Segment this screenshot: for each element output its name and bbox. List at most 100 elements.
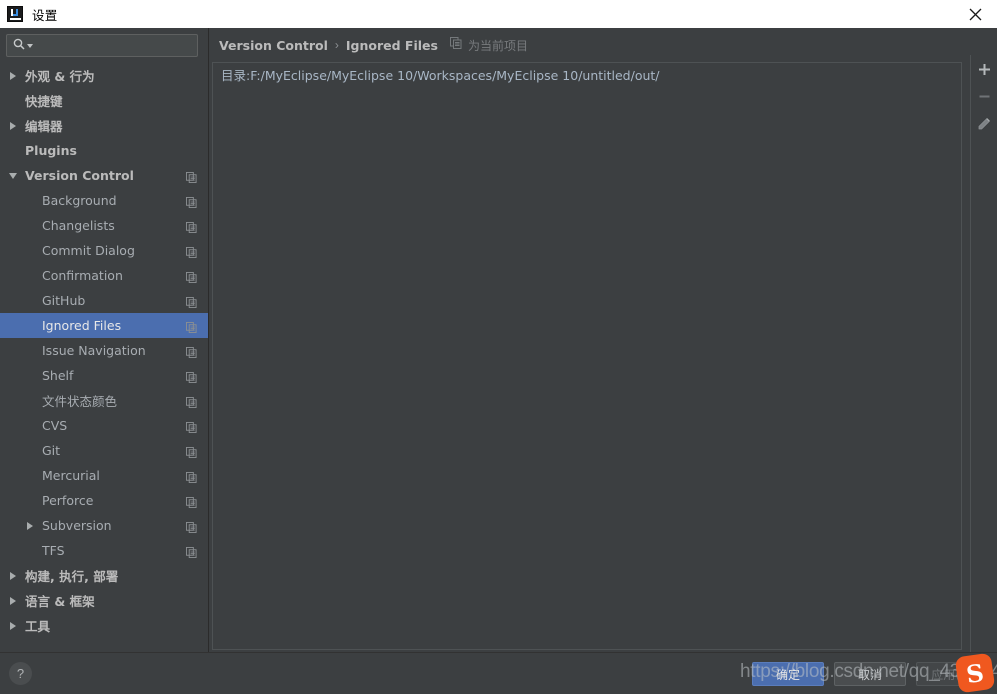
sidebar-item-label: CVS (42, 418, 68, 433)
apply-button[interactable]: 应用(A) (916, 662, 988, 686)
close-icon[interactable] (953, 0, 997, 28)
dialog-footer: ? 确定 取消 应用(A) (0, 652, 997, 694)
project-scope-icon (186, 395, 197, 413)
project-scope-icon (186, 320, 197, 338)
project-scope-icon (450, 36, 462, 54)
intellij-idea-logo-icon (7, 6, 23, 22)
chevron-right-icon[interactable] (27, 522, 33, 530)
sidebar-item-label: 工具 (25, 619, 51, 634)
sidebar-item-commit-dialog[interactable]: Commit Dialog (0, 238, 208, 263)
search-input[interactable] (38, 36, 178, 55)
sidebar-item-label: 编辑器 (25, 119, 63, 134)
list-toolbar (971, 56, 997, 653)
project-scope-icon (186, 495, 197, 513)
sidebar-item-tfs[interactable]: TFS (0, 538, 208, 563)
sidebar-item-[interactable]: 文件状态颜色 (0, 388, 208, 413)
search-field-wrapper (6, 34, 198, 57)
sidebar-item-changelists[interactable]: Changelists (0, 213, 208, 238)
sidebar-item-label: TFS (42, 543, 65, 558)
chevron-right-icon[interactable] (10, 122, 16, 130)
sidebar-item-label: Perforce (42, 493, 94, 508)
sidebar-item-label: 文件状态颜色 (42, 394, 118, 409)
help-icon[interactable]: ? (9, 662, 32, 685)
remove-button[interactable] (971, 83, 997, 110)
sidebar-item-label: 构建, 执行, 部署 (25, 569, 119, 584)
breadcrumb: Version Control › Ignored Files (219, 35, 438, 55)
settings-content-panel: Version Control › Ignored Files 为当前项目 目录… (210, 28, 997, 652)
sidebar-item-[interactable]: 构建, 执行, 部署 (0, 563, 208, 588)
sidebar-item-git[interactable]: Git (0, 438, 208, 463)
ok-button[interactable]: 确定 (752, 662, 824, 686)
sidebar-item-label: Shelf (42, 368, 74, 383)
sidebar-item-[interactable]: 语言 & 框架 (0, 588, 208, 613)
breadcrumb-item-0[interactable]: Version Control (219, 38, 328, 53)
sidebar-item-[interactable]: 工具 (0, 613, 208, 638)
project-scope-icon (186, 520, 197, 538)
sidebar-item-version-control[interactable]: Version Control (0, 163, 208, 188)
project-scope-icon (186, 445, 197, 463)
sidebar-item-[interactable]: 快捷键 (0, 88, 208, 113)
project-scope-button[interactable]: 为当前项目 (450, 36, 528, 54)
project-scope-icon (186, 295, 197, 313)
project-scope-icon (186, 270, 197, 288)
sidebar-item-label: Confirmation (42, 268, 123, 283)
sidebar-item-subversion[interactable]: Subversion (0, 513, 208, 538)
chevron-down-icon[interactable] (9, 173, 17, 179)
chevron-down-icon[interactable] (27, 43, 33, 48)
chevron-right-icon[interactable] (10, 572, 16, 580)
sidebar-item-plugins[interactable]: Plugins (0, 138, 208, 163)
project-scope-icon (186, 170, 197, 188)
sidebar-item-label: Issue Navigation (42, 343, 146, 358)
sidebar-item-label: Plugins (25, 143, 77, 158)
project-scope-icon (186, 370, 197, 388)
sidebar-item-label: Commit Dialog (42, 243, 135, 258)
sidebar-item-issue-navigation[interactable]: Issue Navigation (0, 338, 208, 363)
add-button[interactable] (971, 56, 997, 83)
chevron-right-icon[interactable] (10, 622, 16, 630)
sidebar-item-label: 快捷键 (25, 94, 63, 109)
window-title: 设置 (32, 7, 58, 23)
sidebar-item-ignored-files[interactable]: Ignored Files (0, 313, 208, 338)
sidebar-item-shelf[interactable]: Shelf (0, 363, 208, 388)
chevron-right-icon[interactable] (10, 597, 16, 605)
chevron-right-icon[interactable] (10, 72, 16, 80)
sidebar-item-label: 外观 & 行为 (25, 69, 95, 84)
sidebar-item-label: Changelists (42, 218, 115, 233)
breadcrumb-item-1: Ignored Files (345, 37, 438, 53)
project-scope-icon (186, 195, 197, 213)
sidebar-item-[interactable]: 外观 & 行为 (0, 63, 208, 88)
sidebar-item-label: Git (42, 443, 61, 458)
settings-dialog-body: 外观 & 行为 快捷键编辑器 Plugins Version Control Backg… (0, 28, 997, 694)
settings-sidebar: 外观 & 行为 快捷键编辑器 Plugins Version Control Backg… (0, 28, 209, 652)
sidebar-item-background[interactable]: Background (0, 188, 208, 213)
list-item[interactable]: 目录:F:/MyEclipse/MyEclipse 10/Workspaces/… (213, 63, 961, 85)
breadcrumb-separator: › (334, 38, 339, 52)
ignored-files-list[interactable]: 目录:F:/MyEclipse/MyEclipse 10/Workspaces/… (212, 62, 962, 650)
project-scope-label: 为当前项目 (468, 38, 529, 53)
help-label: ? (16, 666, 25, 681)
sidebar-item-label: 语言 & 框架 (25, 594, 95, 609)
sidebar-item-label: Ignored Files (42, 318, 122, 333)
search-icon (13, 37, 25, 55)
sidebar-item-label: Version Control (25, 168, 134, 183)
edit-button[interactable] (971, 110, 997, 137)
project-scope-icon (186, 420, 197, 438)
project-scope-icon (186, 245, 197, 263)
sidebar-item-confirmation[interactable]: Confirmation (0, 263, 208, 288)
sidebar-item-mercurial[interactable]: Mercurial (0, 463, 208, 488)
project-scope-icon (186, 545, 197, 563)
window-titlebar: 设置 (0, 0, 997, 28)
cancel-button[interactable]: 取消 (834, 662, 906, 686)
sidebar-item-label: Background (42, 193, 117, 208)
sidebar-item-perforce[interactable]: Perforce (0, 488, 208, 513)
project-scope-icon (186, 220, 197, 238)
search-box[interactable] (6, 34, 198, 57)
sidebar-item-label: Subversion (42, 518, 112, 533)
project-scope-icon (186, 345, 197, 363)
project-scope-icon (186, 470, 197, 488)
settings-tree: 外观 & 行为 快捷键编辑器 Plugins Version Control Backg… (0, 63, 208, 638)
sidebar-item-[interactable]: 编辑器 (0, 113, 208, 138)
sidebar-item-label: GitHub (42, 293, 86, 308)
sidebar-item-github[interactable]: GitHub (0, 288, 208, 313)
sidebar-item-cvs[interactable]: CVS (0, 413, 208, 438)
